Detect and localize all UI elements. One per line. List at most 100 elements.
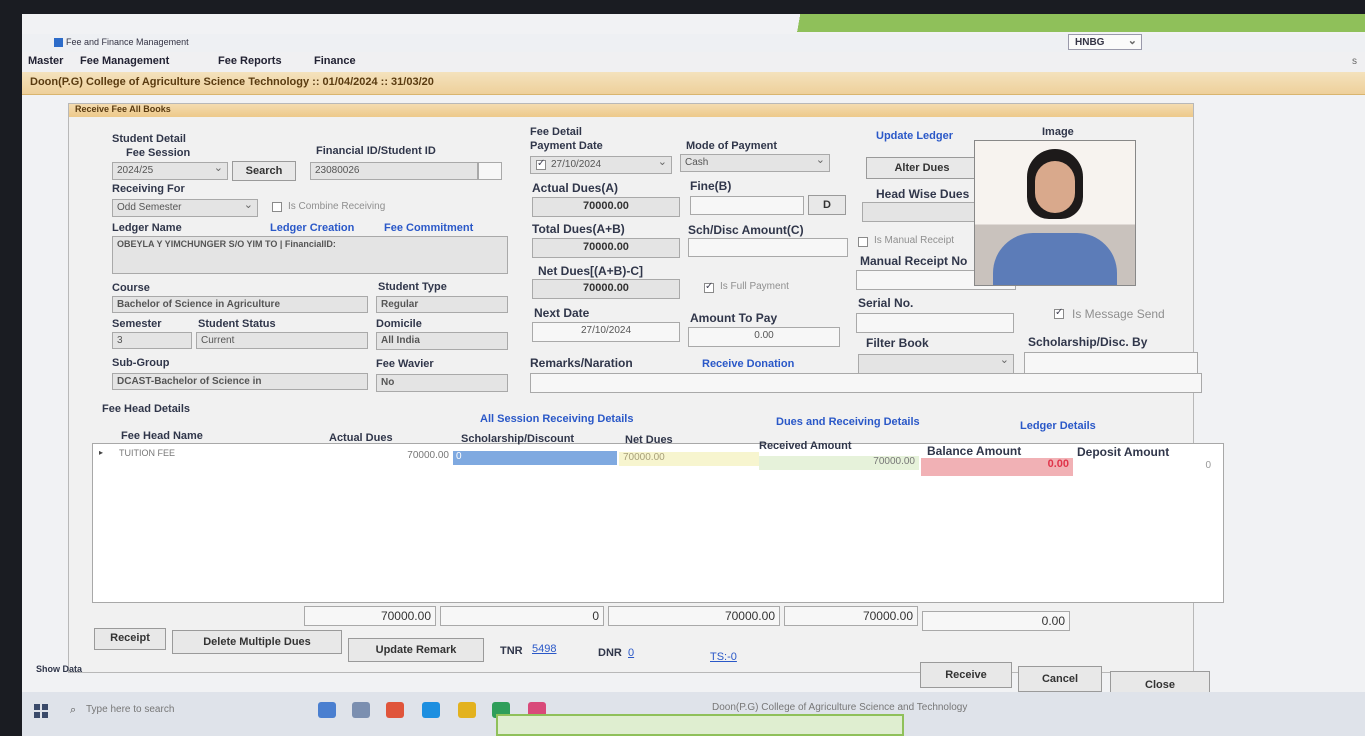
update-ledger-link[interactable]: Update Ledger [876, 130, 953, 142]
combine-receiving-checkbox[interactable] [272, 202, 282, 212]
total-dues-field[interactable]: 70000.00 [532, 238, 680, 258]
college-info-text: Doon(P.G) College of Agriculture Science… [30, 76, 434, 88]
ledger-creation-link[interactable]: Ledger Creation [270, 222, 354, 234]
active-window-caption: Doon(P.G) College of Agriculture Science… [712, 702, 968, 713]
combine-receiving-label: Is Combine Receiving [288, 201, 386, 212]
scholarship-by-input[interactable] [1024, 352, 1198, 374]
col-balance: Balance Amount [927, 444, 1022, 458]
receiving-for-select[interactable]: Odd Semester [112, 199, 258, 217]
fee-head-heading: Fee Head Details [102, 403, 191, 415]
manual-receipt-no-label: Manual Receipt No [860, 254, 968, 268]
fee-head-grid: Fee Head Name Actual Dues Scholarship/Di… [92, 430, 1224, 603]
overlay-box [496, 714, 904, 736]
course-field[interactable]: Bachelor of Science in Agriculture [112, 296, 368, 313]
total-received: 70000.00 [784, 606, 918, 626]
net-dues-label: Net Dues[(A+B)-C] [538, 264, 643, 278]
sch-disc-label: Sch/Disc Amount(C) [688, 223, 804, 237]
menu-bar: Master Fee Management Fee Reports Financ… [22, 52, 1365, 72]
cancel-button[interactable]: Cancel [1018, 666, 1102, 692]
actual-dues-field[interactable]: 70000.00 [532, 197, 680, 217]
message-send-checkbox[interactable] [1054, 307, 1064, 319]
net-dues-field[interactable]: 70000.00 [532, 279, 680, 299]
student-status-field[interactable]: Current [196, 332, 368, 349]
mode-of-payment-select[interactable]: Cash [680, 154, 830, 172]
cell-actual-dues: 70000.00 [407, 450, 449, 461]
cell-received[interactable]: 70000.00 [759, 456, 919, 470]
sch-disc-input[interactable] [688, 238, 848, 257]
ts-link[interactable]: TS:-0 [710, 651, 737, 663]
manual-receipt-checkbox[interactable] [858, 237, 868, 247]
window-titlebar: Fee and Finance Management HNBG [22, 33, 1365, 52]
tnr-label: TNR [500, 645, 523, 657]
menu-finance[interactable]: Finance [314, 55, 356, 67]
total-net-dues: 70000.00 [608, 606, 780, 626]
full-payment-checkbox[interactable] [704, 281, 714, 293]
ledger-details-link[interactable]: Ledger Details [1020, 420, 1096, 432]
payment-date-checkbox[interactable] [536, 158, 546, 170]
update-remark-button[interactable]: Update Remark [348, 638, 484, 662]
row-marker: ▸ [99, 448, 104, 457]
user-select[interactable]: HNBG [1068, 33, 1142, 50]
total-actual-dues: 70000.00 [304, 606, 436, 626]
subgroup-label: Sub-Group [112, 357, 170, 369]
file-explorer-icon[interactable] [352, 702, 370, 718]
actual-dues-label: Actual Dues(A) [532, 181, 619, 195]
ledger-name-field[interactable]: OBEYLA Y YIMCHUNGER S/O YIM TO | Financi… [112, 236, 508, 274]
alter-dues-button[interactable]: Alter Dues [866, 157, 978, 179]
delete-multiple-dues-button[interactable]: Delete Multiple Dues [172, 630, 342, 654]
serial-no-label: Serial No. [858, 296, 914, 310]
fee-wavier-field[interactable]: No [376, 374, 508, 392]
receive-donation-link[interactable]: Receive Donation [702, 358, 794, 370]
student-type-label: Student Type [378, 281, 447, 293]
fine-input[interactable] [690, 196, 804, 215]
next-date-field[interactable]: 27/10/2024 [532, 322, 680, 342]
task-view-icon[interactable] [318, 702, 336, 718]
col-received: Received Amount [759, 440, 852, 452]
student-photo [974, 140, 1136, 286]
receive-button[interactable]: Receive [920, 662, 1012, 688]
mode-of-payment-label: Mode of Payment [686, 140, 778, 152]
menu-master[interactable]: Master [28, 55, 63, 67]
fee-commitment-link[interactable]: Fee Commitment [384, 222, 473, 234]
tnr-link[interactable]: 5498 [532, 643, 556, 655]
menu-fee-management[interactable]: Fee Management [80, 55, 169, 67]
cell-scholarship[interactable]: 0 [453, 451, 617, 465]
receipt-button[interactable]: Receipt [94, 628, 166, 650]
semester-field[interactable]: 3 [112, 332, 192, 349]
show-data-label[interactable]: Show Data [36, 664, 82, 674]
subgroup-field[interactable]: DCAST-Bachelor of Science in [112, 373, 368, 390]
taskbar-search[interactable]: ⌕ Type here to search [66, 696, 276, 724]
serial-no-input[interactable] [856, 313, 1014, 333]
folder-icon[interactable] [458, 702, 476, 718]
fine-label: Fine(B) [690, 179, 732, 193]
filter-book-select[interactable] [858, 354, 1014, 374]
fee-session-label: Fee Session [126, 147, 191, 159]
student-type-field[interactable]: Regular [376, 296, 508, 313]
search-placeholder: Type here to search [86, 704, 175, 715]
cell-net-dues: 70000.00 [619, 452, 759, 466]
message-send-label: Is Message Send [1072, 307, 1165, 321]
payment-date-picker[interactable]: 27/10/2024 [530, 156, 672, 174]
fine-d-button[interactable]: D [808, 195, 846, 215]
cell-deposit[interactable]: 0 [1075, 460, 1215, 474]
all-session-link[interactable]: All Session Receiving Details [480, 413, 633, 425]
edge-icon[interactable] [422, 702, 440, 718]
panel-title: Receive Fee All Books [69, 104, 1193, 117]
dnr-link[interactable]: 0 [628, 647, 634, 659]
student-detail-heading: Student Detail [112, 133, 186, 145]
col-fee-head-name: Fee Head Name [121, 430, 203, 442]
financial-id-extra[interactable] [478, 162, 502, 180]
menu-fee-reports[interactable]: Fee Reports [218, 55, 282, 67]
financial-id-input[interactable]: 23080026 [310, 162, 478, 180]
search-button[interactable]: Search [232, 161, 296, 181]
windows-start-icon[interactable] [34, 704, 48, 718]
total-scholarship: 0 [440, 606, 604, 626]
fee-session-select[interactable]: 2024/25 [112, 162, 228, 180]
amount-to-pay-input[interactable]: 0.00 [688, 327, 840, 347]
domicile-field[interactable]: All India [376, 332, 508, 350]
browser-icon[interactable] [386, 702, 404, 718]
financial-id-label: Financial ID/Student ID [316, 145, 436, 157]
remarks-input[interactable] [530, 373, 1202, 393]
fee-detail-heading: Fee Detail [530, 126, 582, 138]
dues-receiving-link[interactable]: Dues and Receiving Details [776, 416, 920, 428]
